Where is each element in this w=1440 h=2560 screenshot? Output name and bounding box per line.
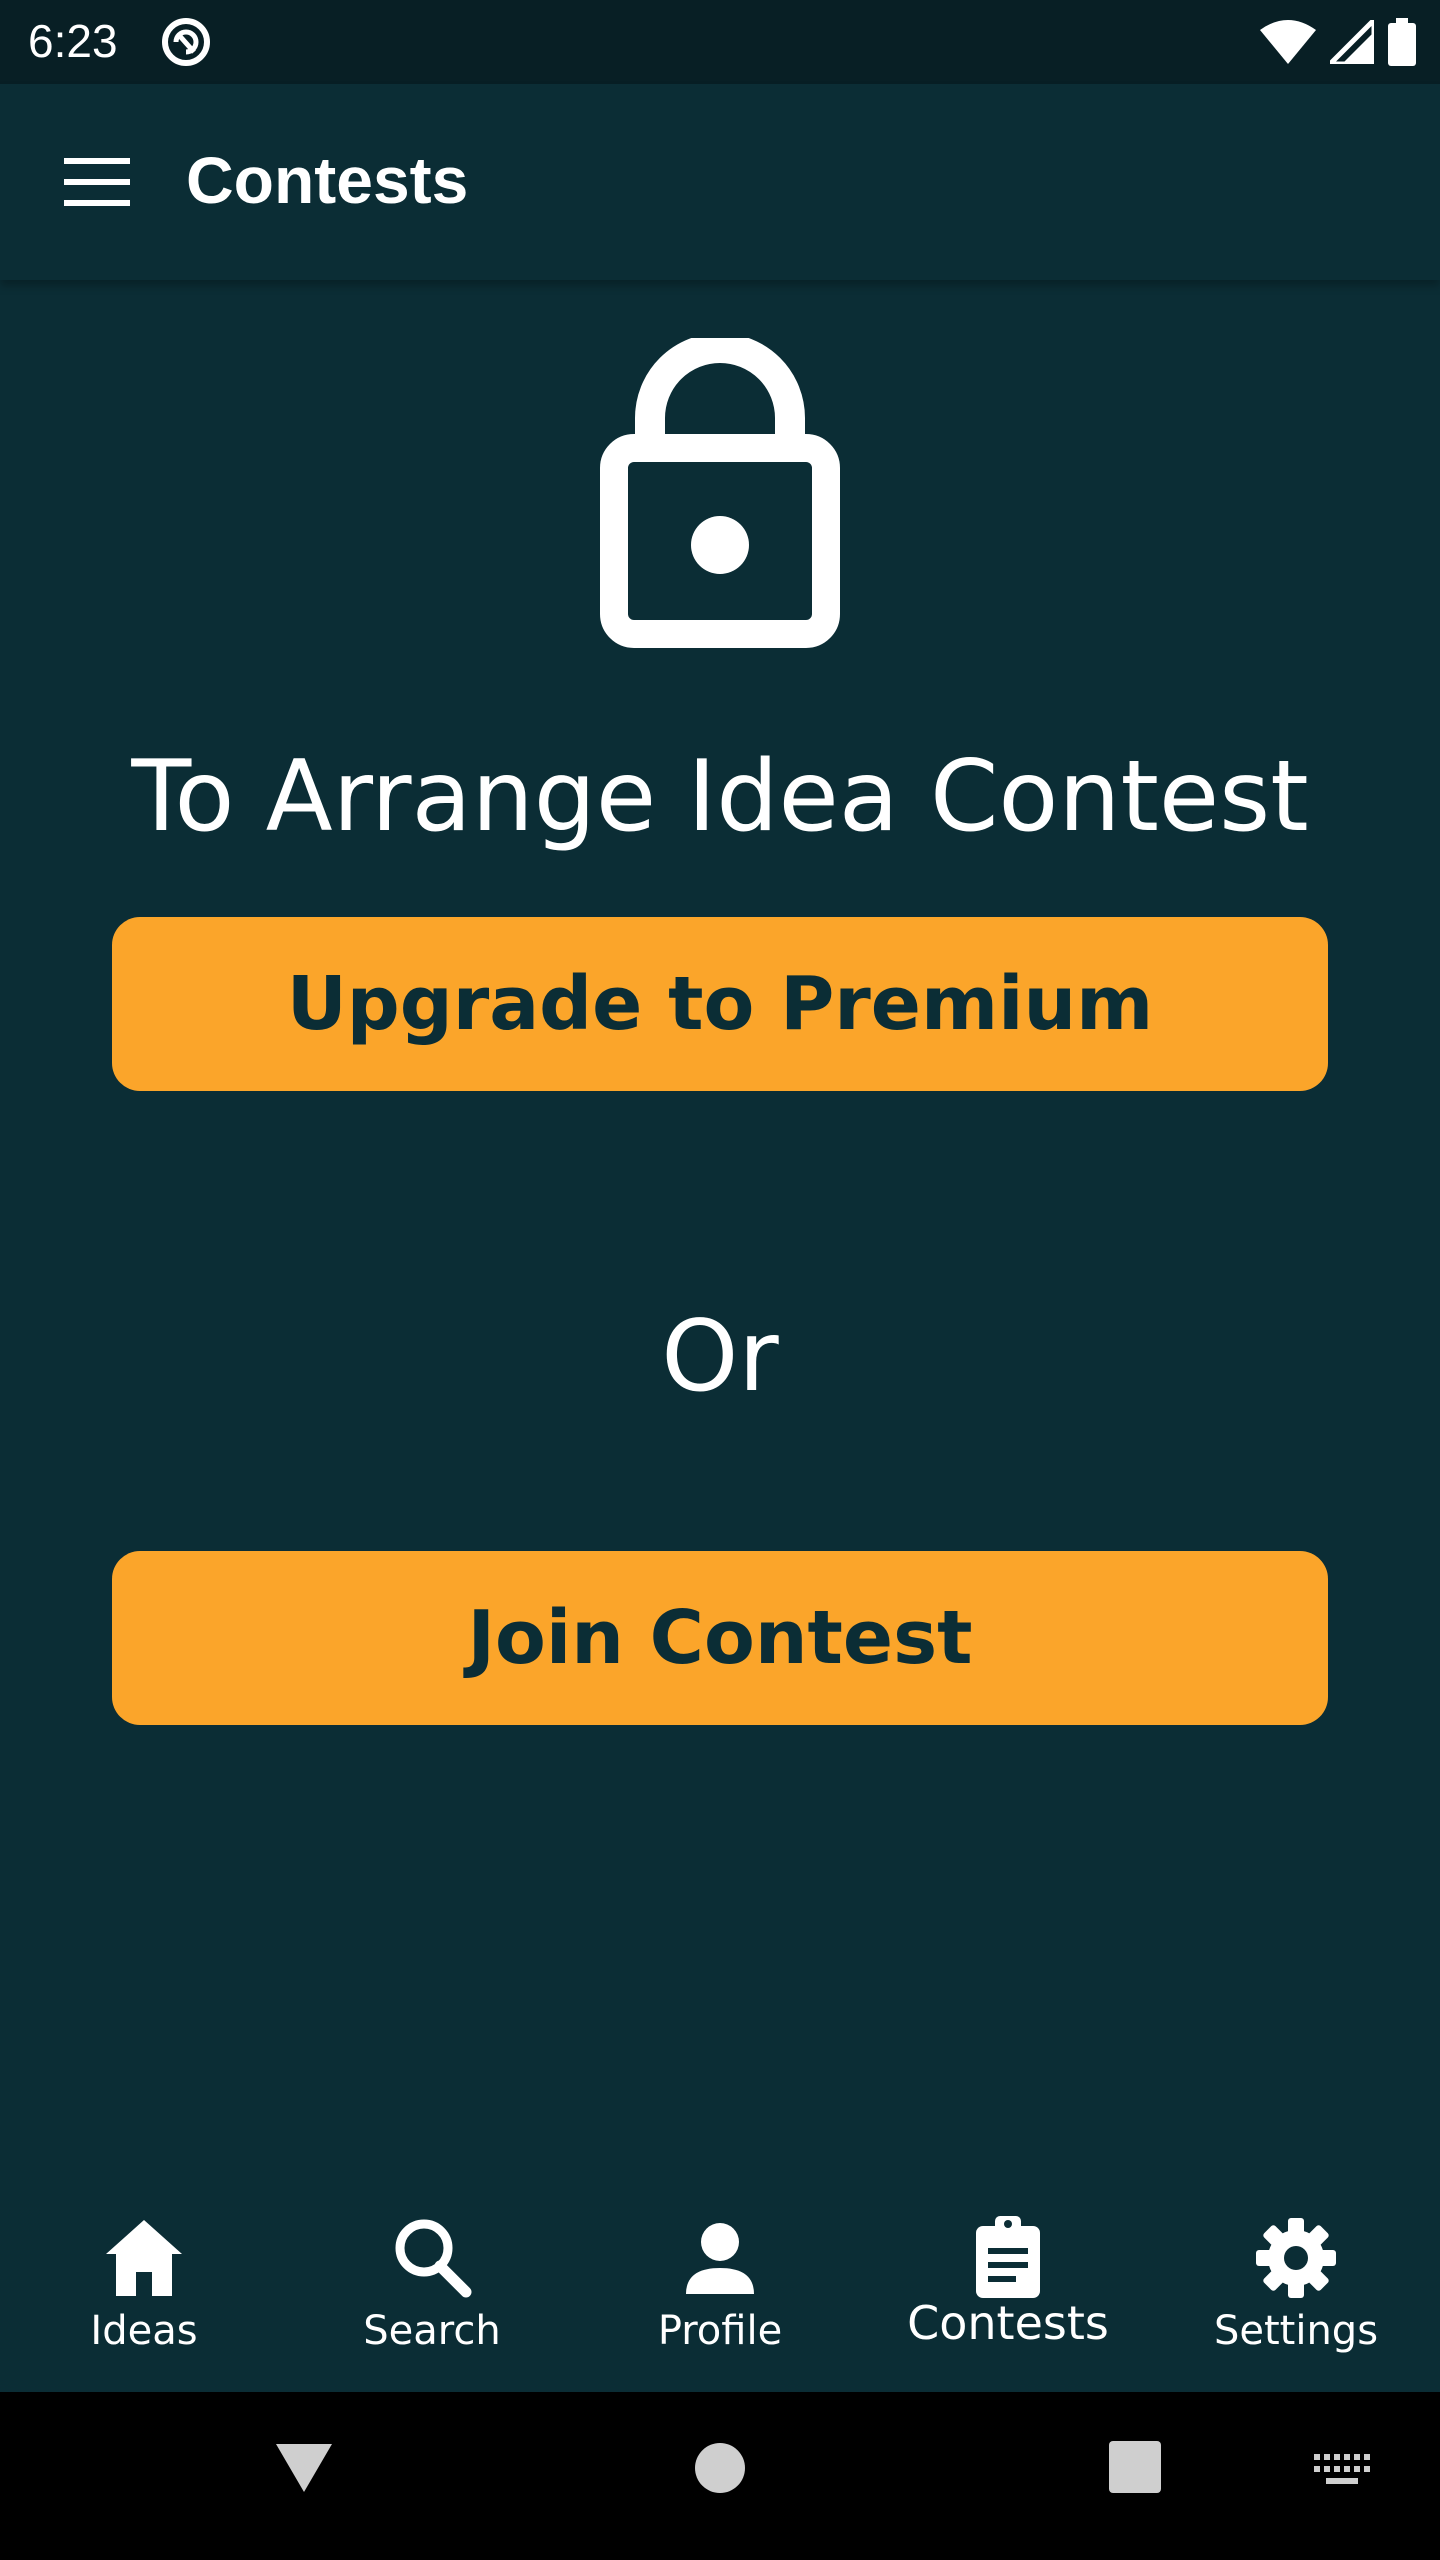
nav-label-profile: Profile bbox=[657, 2308, 783, 2354]
app-bar: Contests bbox=[0, 84, 1440, 280]
bottom-nav: Ideas Search Profile Contests Settings bbox=[0, 2200, 1440, 2392]
headline: To Arrange Idea Contest bbox=[131, 740, 1309, 854]
status-time: 6:23 bbox=[28, 15, 118, 67]
home-icon bbox=[106, 2220, 182, 2296]
system-nav-bar bbox=[0, 2392, 1440, 2560]
keyboard-icon[interactable] bbox=[1314, 2454, 1372, 2486]
nav-item-contests[interactable]: Contests bbox=[864, 2200, 1152, 2392]
home-circle-icon[interactable] bbox=[692, 2440, 748, 2496]
nav-label-search: Search bbox=[363, 2308, 501, 2354]
join-contest-button[interactable]: Join Contest bbox=[112, 1551, 1328, 1725]
search-icon bbox=[395, 2219, 472, 2298]
signal-icon bbox=[1330, 20, 1374, 64]
status-icons bbox=[1260, 16, 1416, 68]
nav-item-ideas[interactable]: Ideas bbox=[0, 2200, 288, 2392]
nav-label-ideas: Ideas bbox=[90, 2308, 198, 2354]
person-icon bbox=[686, 2223, 754, 2294]
nav-label-settings: Settings bbox=[1213, 2308, 1379, 2354]
wifi-icon bbox=[1260, 20, 1316, 64]
upgrade-to-premium-button[interactable]: Upgrade to Premium bbox=[112, 917, 1328, 1091]
nav-label-contests: Contests bbox=[907, 2296, 1109, 2350]
battery-icon bbox=[1388, 18, 1416, 66]
nav-item-search[interactable]: Search bbox=[288, 2200, 576, 2392]
status-bar: 6:23 bbox=[0, 0, 1440, 84]
sync-icon bbox=[162, 18, 210, 66]
gear-icon bbox=[1256, 2218, 1336, 2298]
clipboard-icon bbox=[976, 2216, 1040, 2298]
or-separator: Or bbox=[661, 1300, 779, 1414]
lock-icon bbox=[600, 338, 840, 648]
menu-icon[interactable] bbox=[64, 154, 130, 210]
page-title: Contests bbox=[186, 143, 469, 217]
recents-icon[interactable] bbox=[1108, 2440, 1162, 2494]
nav-item-settings[interactable]: Settings bbox=[1152, 2200, 1440, 2392]
nav-item-profile[interactable]: Profile bbox=[576, 2200, 864, 2392]
back-icon[interactable] bbox=[272, 2440, 336, 2496]
